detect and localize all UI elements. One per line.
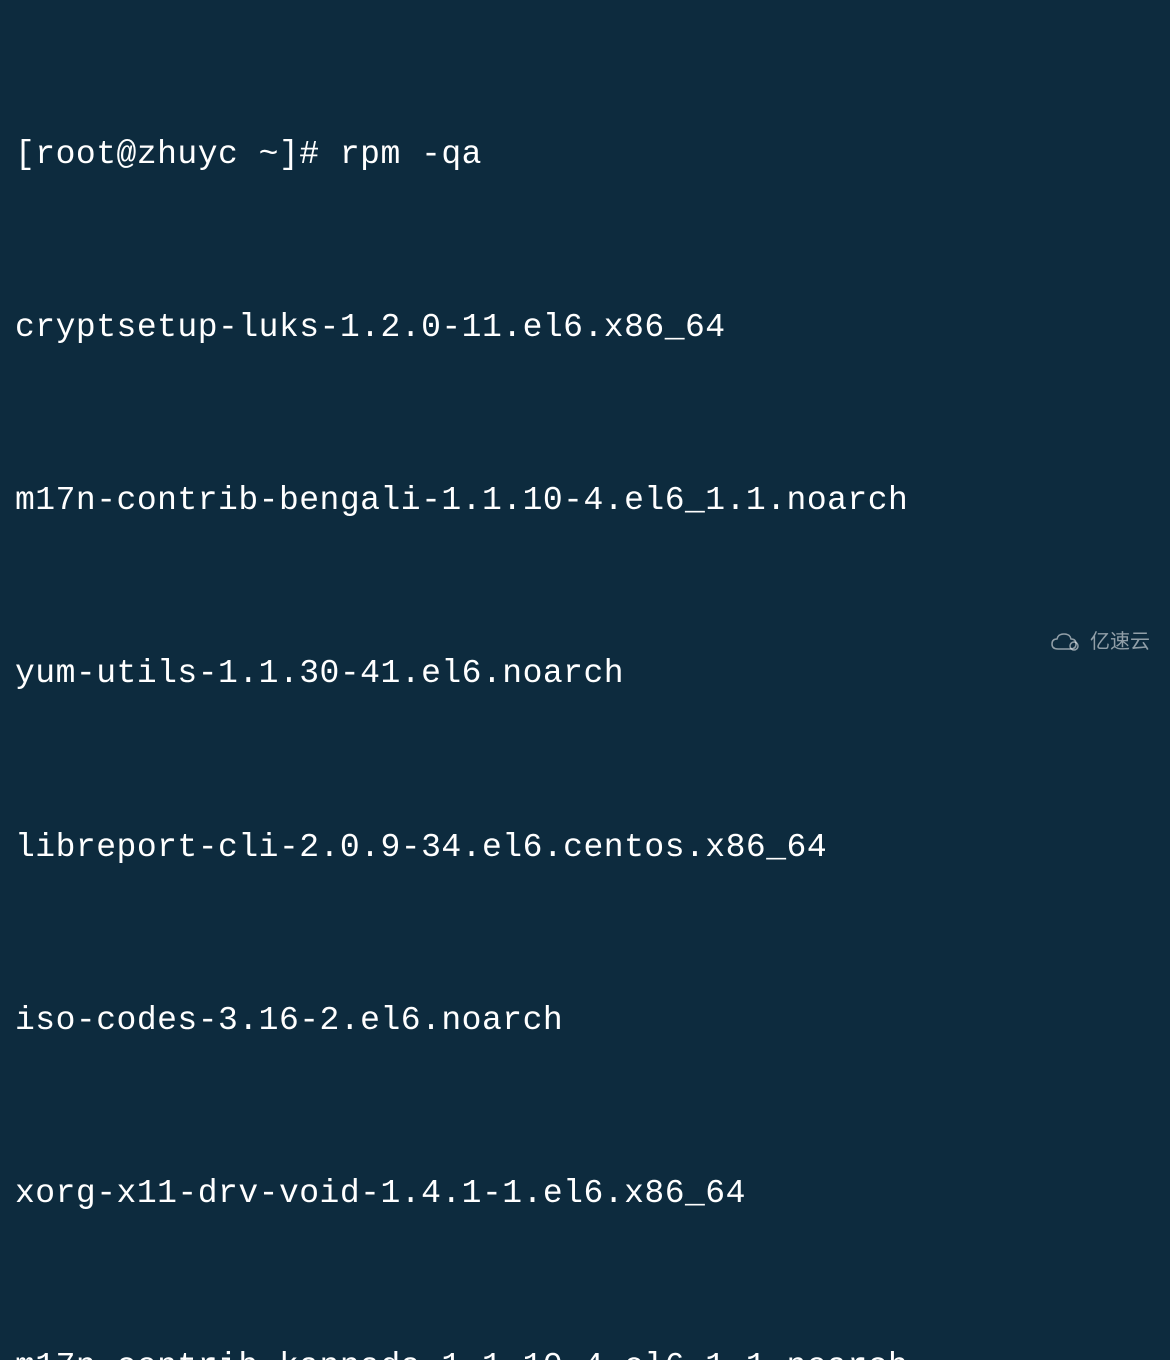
command-prompt-line: [root@zhuyc ~]# rpm -qa — [15, 126, 1155, 184]
package-line: m17n-contrib-bengali-1.1.10-4.el6_1.1.no… — [15, 472, 1155, 530]
package-line: iso-codes-3.16-2.el6.noarch — [15, 992, 1155, 1050]
watermark: 亿速云 — [1048, 625, 1150, 660]
package-line: yum-utils-1.1.30-41.el6.noarch — [15, 645, 1155, 703]
package-line: libreport-cli-2.0.9-34.el6.centos.x86_64 — [15, 819, 1155, 877]
terminal-output[interactable]: [root@zhuyc ~]# rpm -qa cryptsetup-luks-… — [15, 10, 1155, 1360]
package-line: m17n-contrib-kannada-1.1.10-4.el6_1.1.no… — [15, 1338, 1155, 1360]
cloud-icon — [1048, 631, 1084, 655]
package-line: xorg-x11-drv-void-1.4.1-1.el6.x86_64 — [15, 1165, 1155, 1223]
watermark-text: 亿速云 — [1090, 625, 1150, 660]
package-line: cryptsetup-luks-1.2.0-11.el6.x86_64 — [15, 299, 1155, 357]
